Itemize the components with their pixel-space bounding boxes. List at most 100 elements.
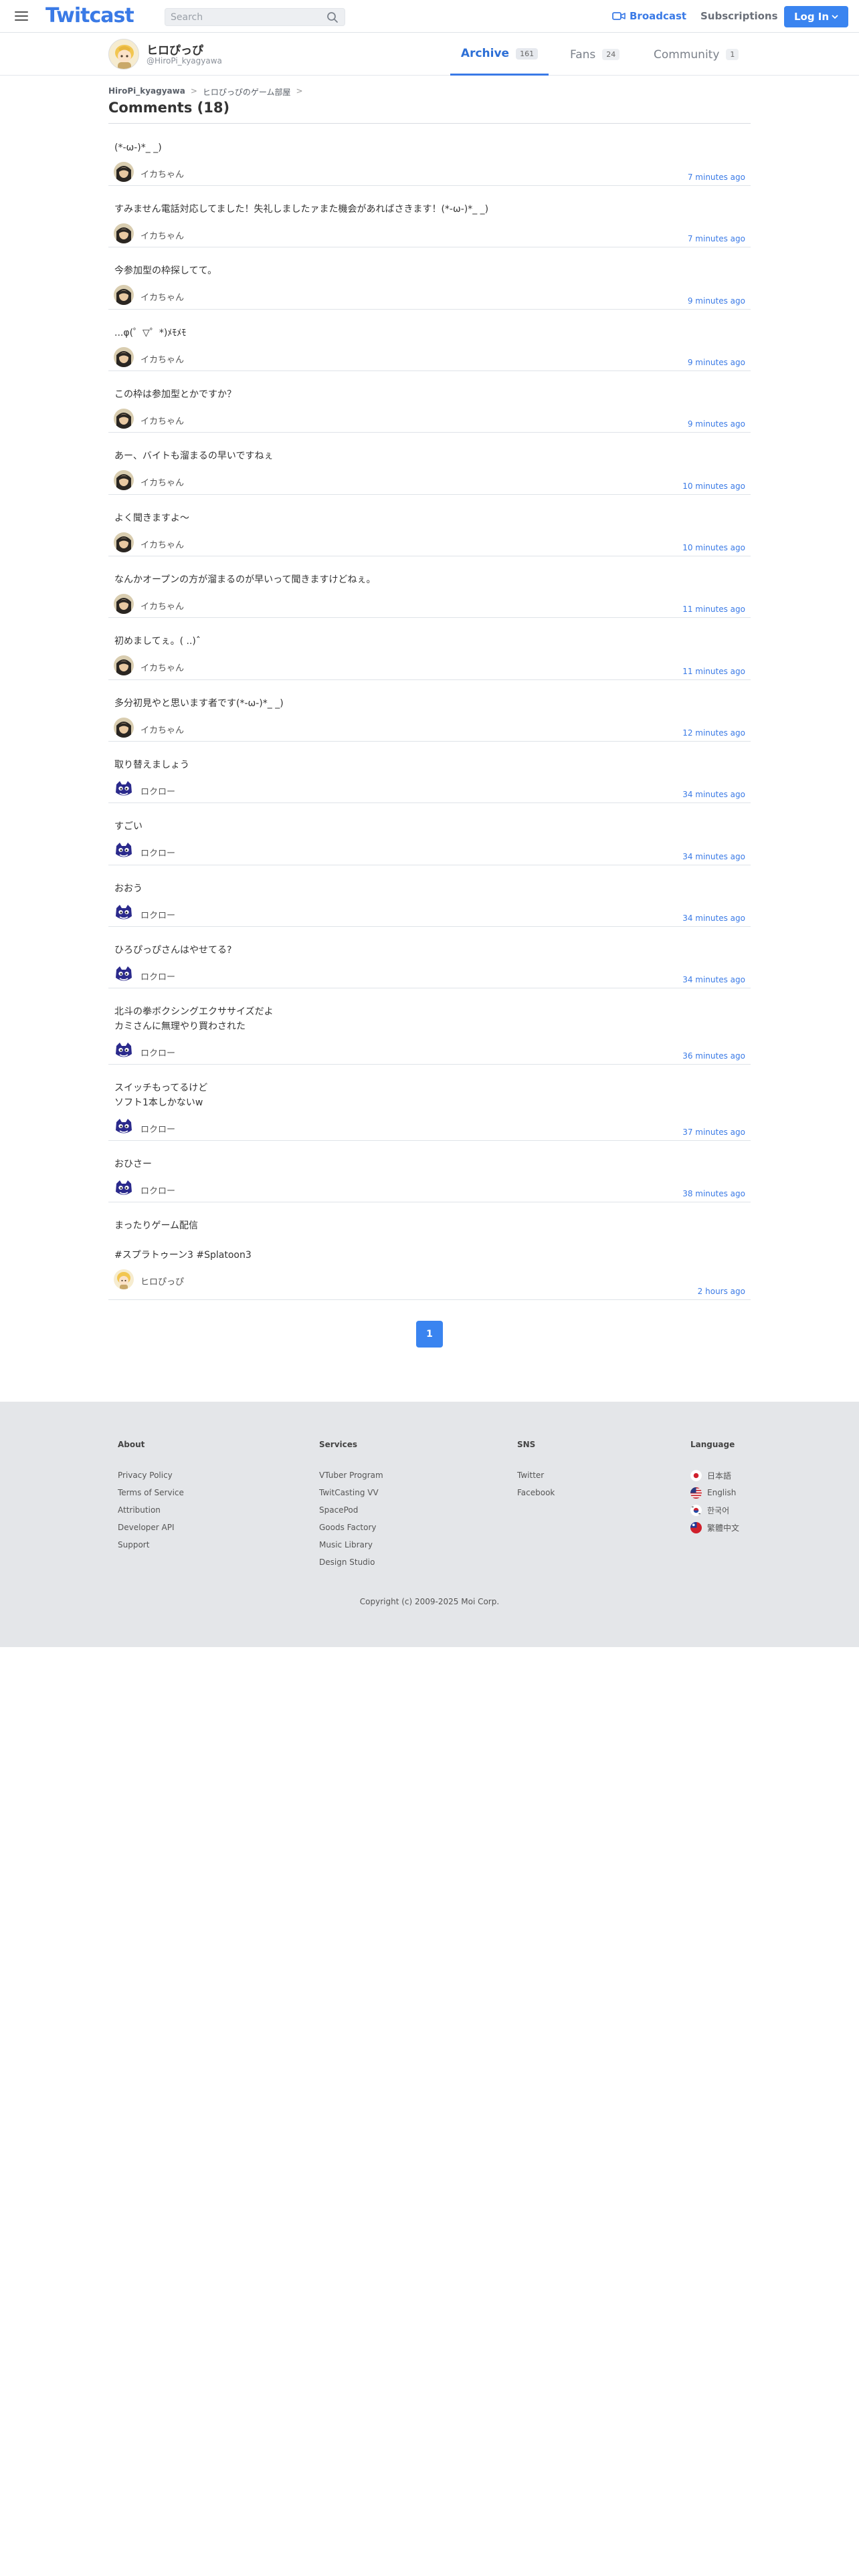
profile-id: @HiroPi_kyagyawa [147,56,222,66]
user-avatar[interactable] [114,1269,134,1289]
profile-name[interactable]: ヒロぴっぴ [147,41,203,58]
comment-timestamp[interactable]: 7 minutes ago [688,234,745,243]
user-avatar[interactable] [114,841,134,861]
footer-link-spacepod[interactable]: SpacePod [319,1501,383,1519]
breadcrumb-user[interactable]: HiroPi_kyagyawa [108,86,185,98]
user-avatar[interactable] [114,1041,134,1061]
broadcast-button[interactable]: Broadcast [612,9,686,23]
user-avatar[interactable] [114,964,134,984]
profile-avatar[interactable] [108,39,139,70]
user-avatar[interactable] [114,1117,134,1137]
subscriptions-link[interactable]: Subscriptions [700,9,778,23]
comment-timestamp[interactable]: 10 minutes ago [682,543,745,552]
comment-timestamp[interactable]: 2 hours ago [698,1287,745,1296]
comment-timestamp[interactable]: 7 minutes ago [688,173,745,182]
comment-timestamp[interactable]: 34 minutes ago [682,914,745,923]
comment-item: 北斗の拳ボクシングエクササイズだよ カミさんに無理やり買わされた ロクロー 36 m… [108,988,751,1065]
comment-username[interactable]: イカちゃん [140,599,184,612]
comment-username[interactable]: ロクロー [140,784,175,797]
comment-text: スイッチもってるけど ソフト1本しかないw [114,1083,208,1108]
comment-text: あー、バイトも溜まるの早いですねぇ [114,451,274,461]
comment-item: おひさー ロクロー 38 minutes ago [108,1141,751,1202]
user-avatar[interactable] [114,532,134,552]
language-traditional-chinese[interactable]: 繁體中文 [690,1519,739,1536]
comment-username[interactable]: ロクロー [140,846,175,859]
comment-username[interactable]: イカちゃん [140,167,184,180]
login-button[interactable]: Log In [784,6,848,27]
user-avatar[interactable] [114,223,134,243]
comment-username[interactable]: ロクロー [140,1184,175,1196]
chevron-down-icon [832,15,838,19]
footer-link-twitter[interactable]: Twitter [517,1467,555,1484]
comment-text: なんかオープンの方が溜まるのが早いって聞きますけどねぇ。 [114,574,376,585]
comment-timestamp[interactable]: 9 minutes ago [688,358,745,367]
footer-link-facebook[interactable]: Facebook [517,1484,555,1501]
tab-fans[interactable]: Fans 24 [570,33,620,76]
footer-link-design-studio[interactable]: Design Studio [319,1553,383,1571]
comment-username[interactable]: イカちゃん [140,661,184,673]
comment-username[interactable]: イカちゃん [140,290,184,303]
comment-timestamp[interactable]: 37 minutes ago [682,1128,745,1137]
comment-timestamp[interactable]: 34 minutes ago [682,790,745,799]
menu-icon[interactable] [13,9,31,23]
footer-link-music-library[interactable]: Music Library [319,1536,383,1553]
user-avatar[interactable] [114,1178,134,1198]
comment-item: ...φ(゜▽゜*)ﾒﾓﾒﾓ イカちゃん 9 minutes ago [108,310,751,371]
footer-link-goods-factory[interactable]: Goods Factory [319,1519,383,1536]
user-avatar[interactable] [114,162,134,182]
user-avatar[interactable] [114,347,134,367]
comment-username[interactable]: イカちゃん [140,352,184,365]
footer-link-vtuber[interactable]: VTuber Program [319,1467,383,1484]
comment-timestamp[interactable]: 34 minutes ago [682,852,745,861]
comment-username[interactable]: イカちゃん [140,723,184,736]
comment-timestamp[interactable]: 36 minutes ago [682,1051,745,1061]
top-header: Twitcast Broadcast Subscriptions Log In [0,0,859,33]
comment-username[interactable]: イカちゃん [140,414,184,427]
footer-link-twitcasting-vv[interactable]: TwitCasting VV [319,1484,383,1501]
comment-timestamp[interactable]: 11 minutes ago [682,605,745,614]
comment-timestamp[interactable]: 38 minutes ago [682,1189,745,1198]
language-japanese[interactable]: 日本語 [690,1467,739,1484]
comment-timestamp[interactable]: 34 minutes ago [682,975,745,984]
comment-timestamp[interactable]: 11 minutes ago [682,667,745,676]
comment-username[interactable]: ロクロー [140,908,175,921]
search-box[interactable] [165,8,345,26]
tab-label: Fans [570,47,596,62]
breadcrumb-movie[interactable]: ヒロぴっぴのゲーム部屋 [203,86,291,98]
language-korean[interactable]: 한국어 [690,1501,739,1519]
comment-username[interactable]: イカちゃん [140,475,184,488]
tab-archive[interactable]: Archive 161 [450,33,549,76]
user-avatar[interactable] [114,779,134,799]
comment-username[interactable]: ヒロぴっぴ [140,1275,184,1287]
user-avatar[interactable] [114,409,134,429]
comment-timestamp[interactable]: 9 minutes ago [688,296,745,306]
tab-community[interactable]: Community 1 [654,33,739,76]
comment-text: おおう [114,883,142,894]
footer-link-support[interactable]: Support [118,1536,184,1553]
twitcast-logo[interactable]: Twitcast [45,3,134,29]
comment-username[interactable]: ロクロー [140,970,175,982]
korea-flag-icon [690,1504,702,1516]
comment-timestamp[interactable]: 12 minutes ago [682,728,745,738]
search-input[interactable] [171,9,324,25]
user-avatar[interactable] [114,655,134,675]
comment-username[interactable]: イカちゃん [140,229,184,241]
footer-link-developer-api[interactable]: Developer API [118,1519,184,1536]
comment-timestamp[interactable]: 9 minutes ago [688,419,745,429]
profile-bar: ヒロぴっぴ @HiroPi_kyagyawa Archive 161 Fans … [0,33,859,76]
comment-username[interactable]: ロクロー [140,1046,175,1059]
language-english[interactable]: English [690,1484,739,1501]
user-avatar[interactable] [114,470,134,490]
user-avatar[interactable] [114,718,134,738]
pagination-page-1[interactable]: 1 [416,1321,443,1348]
comment-username[interactable]: ロクロー [140,1122,175,1135]
user-avatar[interactable] [114,594,134,614]
user-avatar[interactable] [114,285,134,305]
footer-link-privacy[interactable]: Privacy Policy [118,1467,184,1484]
footer-link-terms[interactable]: Terms of Service [118,1484,184,1501]
user-avatar[interactable] [114,903,134,923]
footer-link-attribution[interactable]: Attribution [118,1501,184,1519]
comment-username[interactable]: イカちゃん [140,538,184,550]
comment-timestamp[interactable]: 10 minutes ago [682,481,745,491]
search-icon[interactable] [326,11,339,23]
